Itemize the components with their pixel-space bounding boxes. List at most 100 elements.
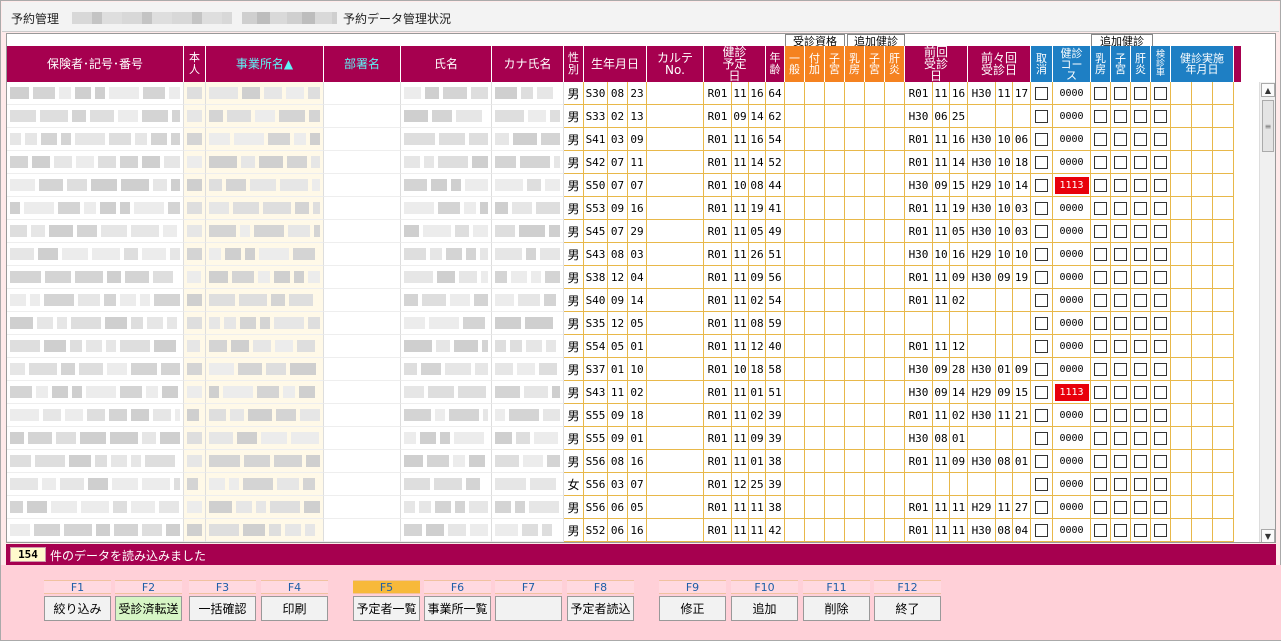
course-cell[interactable]: 1113 (1053, 174, 1091, 197)
exam-date-part[interactable] (1171, 473, 1192, 496)
col-kanen-2[interactable]: 肝炎 (1131, 46, 1151, 82)
qualification-cell[interactable] (865, 289, 885, 312)
sex-cell[interactable]: 女 (564, 473, 584, 496)
age-cell[interactable]: 39 (766, 427, 785, 450)
qualification-cell[interactable] (805, 174, 825, 197)
qualification-cell[interactable] (805, 128, 825, 151)
kanen-checkbox[interactable] (1134, 500, 1147, 514)
birth-date-part[interactable]: 04 (628, 266, 647, 289)
prev-date-part[interactable]: 08 (933, 427, 950, 450)
scheduled-date-part[interactable]: R01 (704, 473, 732, 496)
prev2-date-part[interactable] (996, 312, 1013, 335)
nyubo-checkbox[interactable] (1094, 270, 1107, 284)
jigyosho-cell[interactable] (206, 473, 324, 496)
table-row[interactable]: 男 S55 09 18 R01 11 02 39 R01 11 02 H30 11 21 0000 (7, 404, 1259, 427)
col-kenshin-yotei[interactable]: 健診予定日 (704, 46, 766, 82)
kenshinsha-checkbox[interactable] (1154, 477, 1167, 491)
fkey-button-f8[interactable]: 予定者読込 (567, 596, 634, 621)
scheduled-date-part[interactable]: R01 (704, 266, 732, 289)
birth-date-part[interactable]: S55 (584, 427, 608, 450)
extra-exam-cell[interactable] (1111, 381, 1131, 404)
cancel-checkbox[interactable] (1035, 247, 1048, 261)
birth-date-part[interactable]: S35 (584, 312, 608, 335)
extra-exam-cell[interactable] (1091, 174, 1111, 197)
extra-exam-cell[interactable] (1131, 312, 1151, 335)
scheduled-date-part[interactable]: 19 (749, 197, 766, 220)
cancel-cell[interactable] (1031, 427, 1053, 450)
busho-cell[interactable] (324, 174, 401, 197)
extra-exam-cell[interactable] (1131, 289, 1151, 312)
qualification-cell[interactable] (845, 312, 865, 335)
extra-exam-cell[interactable] (1091, 496, 1111, 519)
qualification-cell[interactable] (845, 519, 865, 542)
birth-date-part[interactable]: 03 (608, 473, 628, 496)
birth-date-part[interactable]: S55 (584, 404, 608, 427)
kenshinsha-checkbox[interactable] (1154, 293, 1167, 307)
jigyosho-cell[interactable] (206, 174, 324, 197)
scroll-up-icon[interactable]: ▲ (1261, 83, 1275, 97)
kenshinsha-checkbox[interactable] (1154, 247, 1167, 261)
nyubo-checkbox[interactable] (1094, 109, 1107, 123)
exam-date-part[interactable] (1213, 243, 1234, 266)
col-shikyu[interactable]: 子宮 (825, 46, 845, 82)
kana-cell[interactable] (492, 519, 564, 542)
col-shimei[interactable]: 氏名 (401, 46, 492, 82)
qualification-cell[interactable] (865, 427, 885, 450)
kanen-checkbox[interactable] (1134, 385, 1147, 399)
extra-exam-cell[interactable] (1091, 473, 1111, 496)
exam-date-part[interactable] (1213, 519, 1234, 542)
kanen-checkbox[interactable] (1134, 454, 1147, 468)
nyubo-checkbox[interactable] (1094, 316, 1107, 330)
shimei-cell[interactable] (401, 174, 492, 197)
extra-exam-cell[interactable] (1111, 128, 1131, 151)
qualification-cell[interactable] (825, 243, 845, 266)
scheduled-date-part[interactable]: 11 (732, 289, 749, 312)
kana-cell[interactable] (492, 128, 564, 151)
extra-exam-cell[interactable] (1131, 197, 1151, 220)
qualification-cell[interactable] (885, 519, 905, 542)
scheduled-date-part[interactable]: 11 (732, 381, 749, 404)
cancel-cell[interactable] (1031, 450, 1053, 473)
hokensha-cell[interactable] (7, 496, 184, 519)
exam-date-part[interactable] (1192, 128, 1213, 151)
table-row[interactable]: 男 S38 12 04 R01 11 09 56 R01 11 09 H30 09 19 0000 (7, 266, 1259, 289)
honnin-cell[interactable] (184, 404, 206, 427)
scheduled-date-part[interactable]: R01 (704, 381, 732, 404)
nyubo-checkbox[interactable] (1094, 178, 1107, 192)
scheduled-date-part[interactable]: R01 (704, 105, 732, 128)
scheduled-date-part[interactable]: 11 (732, 519, 749, 542)
shikyu-checkbox[interactable] (1114, 385, 1127, 399)
prev2-date-part[interactable] (968, 427, 996, 450)
shimei-cell[interactable] (401, 151, 492, 174)
scheduled-date-part[interactable]: 16 (749, 82, 766, 105)
qualification-cell[interactable] (825, 335, 845, 358)
qualification-cell[interactable] (825, 266, 845, 289)
prev-date-part[interactable]: 09 (933, 381, 950, 404)
qualification-cell[interactable] (825, 174, 845, 197)
fkey-button-f12[interactable]: 終了 (874, 596, 941, 621)
kana-cell[interactable] (492, 381, 564, 404)
cancel-cell[interactable] (1031, 197, 1053, 220)
course-cell[interactable]: 0000 (1053, 220, 1091, 243)
fkey-button-f9[interactable]: 修正 (659, 596, 726, 621)
jigyosho-cell[interactable] (206, 266, 324, 289)
busho-cell[interactable] (324, 427, 401, 450)
qualification-cell[interactable] (845, 174, 865, 197)
prev2-date-part[interactable]: H29 (968, 174, 996, 197)
extra-exam-cell[interactable] (1131, 105, 1151, 128)
exam-date-part[interactable] (1192, 519, 1213, 542)
qualification-cell[interactable] (885, 151, 905, 174)
prev-date-part[interactable]: R01 (905, 266, 933, 289)
honnin-cell[interactable] (184, 427, 206, 450)
fkey-button-f3[interactable]: 一括確認 (189, 596, 256, 621)
scheduled-date-part[interactable]: 11 (732, 335, 749, 358)
scheduled-date-part[interactable]: R01 (704, 427, 732, 450)
cancel-cell[interactable] (1031, 404, 1053, 427)
shikyu-checkbox[interactable] (1114, 431, 1127, 445)
qualification-cell[interactable] (785, 82, 805, 105)
extra-exam-cell[interactable] (1131, 174, 1151, 197)
busho-cell[interactable] (324, 82, 401, 105)
qualification-cell[interactable] (785, 151, 805, 174)
qualification-cell[interactable] (845, 335, 865, 358)
prev-date-part[interactable]: 19 (950, 197, 968, 220)
